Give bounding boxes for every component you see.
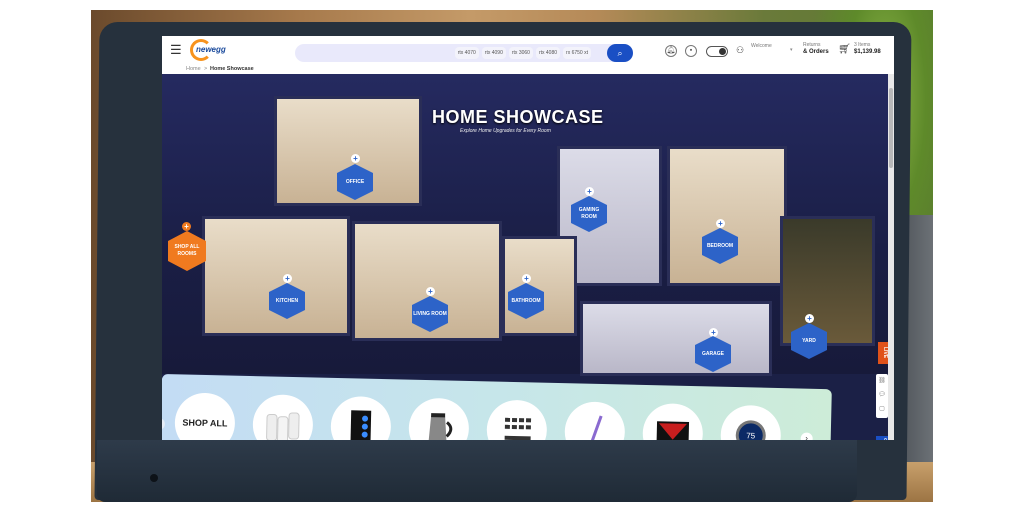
search-chip[interactable]: rtx 4090 — [481, 47, 506, 59]
search-suggestion-chips: rtx 4070 rtx 4090 rtx 3060 rtx 4080 rx 6… — [454, 47, 591, 59]
side-toolbar: ⛓ 💬︎ ▢ — [876, 374, 888, 418]
logo-text: newegg — [196, 45, 226, 54]
plus-icon[interactable]: + — [716, 219, 725, 228]
chat-icon[interactable]: 💬︎ — [876, 388, 888, 402]
cart-summary[interactable]: 3 Items $1,139.98 — [854, 42, 881, 56]
plus-icon[interactable]: + — [351, 154, 360, 163]
yard-scene — [780, 216, 875, 346]
orders-label: & Orders — [803, 49, 829, 55]
gaming-monitor-product-image — [656, 421, 690, 440]
product-carousel: ‹ SHOP ALL 75 › — [162, 374, 832, 440]
page-scrollbar[interactable] — [888, 74, 894, 440]
search-icon: ⌕ — [617, 48, 623, 58]
cart-icon[interactable]: 🛒︎ — [838, 44, 851, 55]
carousel-item-gaming-pc[interactable] — [330, 395, 392, 440]
stick-vacuum-product-image — [589, 415, 603, 440]
cart-item-count: 3 Items — [854, 42, 871, 48]
newegg-logo[interactable]: newegg — [190, 39, 230, 61]
bedroom-scene — [667, 146, 787, 286]
garage-scene — [580, 301, 772, 376]
search-chip[interactable]: rx 6750 xt — [563, 47, 591, 59]
compare-button[interactable]: COMPARE — [876, 436, 888, 440]
breadcrumb-current: Home Showcase — [210, 66, 254, 72]
plus-icon[interactable]: + — [709, 328, 718, 337]
chevron-down-icon[interactable]: ▾ — [790, 47, 793, 53]
plus-icon[interactable]: + — [585, 187, 594, 196]
search-button[interactable]: ⌕ — [607, 44, 633, 62]
carousel-prev-button[interactable]: ‹ — [162, 417, 166, 431]
gaming-pc-product-image — [350, 410, 372, 440]
carousel-shop-all[interactable]: SHOP ALL — [174, 392, 236, 440]
carousel-item-smart-thermostat[interactable]: 75 — [720, 404, 782, 440]
welcome-label[interactable]: Welcome — [751, 43, 772, 49]
link-icon[interactable]: ⛓ — [876, 374, 888, 388]
carousel-next-button[interactable]: › — [800, 432, 813, 440]
plus-icon[interactable]: + — [805, 314, 814, 323]
plus-icon[interactable]: + — [283, 274, 292, 283]
user-icon[interactable]: ⚇ — [736, 45, 744, 56]
coffee-carafe-product-image — [428, 413, 453, 440]
shop-all-rooms-button[interactable]: SHOP ALL ROOMS — [168, 231, 206, 271]
carousel-item-security-cameras[interactable] — [486, 399, 548, 440]
search-chip[interactable]: rtx 4070 — [454, 47, 479, 59]
carousel-item-stick-vacuum[interactable] — [564, 401, 626, 440]
notification-bell-icon[interactable]: 🔔︎ — [665, 45, 677, 57]
returns-orders-link[interactable]: Returns & Orders — [803, 42, 829, 56]
breadcrumb-home[interactable]: Home — [186, 66, 201, 72]
mesh-wifi-product-image — [266, 412, 300, 440]
search-bar[interactable]: rtx 4070 rtx 4090 rtx 3060 rtx 4080 rx 6… — [295, 44, 633, 62]
breadcrumb-separator: > — [204, 66, 208, 72]
page-subtitle: Explore Home Upgrades for Every Room — [460, 128, 551, 134]
carousel-item-gaming-monitor[interactable] — [642, 402, 704, 440]
dark-mode-toggle[interactable] — [706, 46, 728, 57]
cart-total: $1,139.98 — [854, 49, 881, 55]
hamburger-menu-icon[interactable]: ☰ — [170, 42, 182, 58]
breadcrumb: Home > Home Showcase — [162, 66, 894, 74]
search-chip[interactable]: rtx 3060 — [508, 47, 533, 59]
laptop-bezel-bottom — [97, 440, 857, 502]
plus-icon[interactable]: + — [522, 274, 531, 283]
shop-all-label: SHOP ALL — [182, 417, 228, 429]
bathroom-scene — [502, 236, 577, 336]
site-header: ☰ newegg rtx 4070 rtx 4090 rtx 3060 rtx … — [162, 36, 894, 66]
feedback-icon[interactable]: ▢ — [876, 402, 888, 416]
carousel-item-mesh-wifi[interactable] — [252, 394, 314, 440]
thermostat-reading: 75 — [746, 431, 756, 440]
security-camera-product-image — [504, 417, 532, 440]
search-chip[interactable]: rtx 4080 — [535, 47, 561, 59]
returns-label: Returns — [803, 42, 821, 48]
plus-icon[interactable]: + — [426, 287, 435, 296]
page-title: HOME SHOWCASE — [432, 107, 604, 127]
kitchen-scene — [202, 216, 350, 336]
carousel-item-coffee-carafe[interactable] — [408, 397, 470, 440]
us-flag-icon[interactable]: ▪ — [685, 45, 697, 57]
home-showcase-hero: HOME SHOWCASE Explore Home Upgrades for … — [162, 74, 888, 376]
scrollbar-thumb[interactable] — [889, 88, 893, 168]
laptop-camera — [150, 474, 158, 482]
plus-icon[interactable]: + — [182, 222, 191, 231]
smart-thermostat-product-image: 75 — [735, 420, 766, 440]
live-stream-button[interactable]: LIVE — [878, 342, 888, 364]
browser-viewport: ☰ newegg rtx 4070 rtx 4090 rtx 3060 rtx … — [162, 36, 894, 440]
